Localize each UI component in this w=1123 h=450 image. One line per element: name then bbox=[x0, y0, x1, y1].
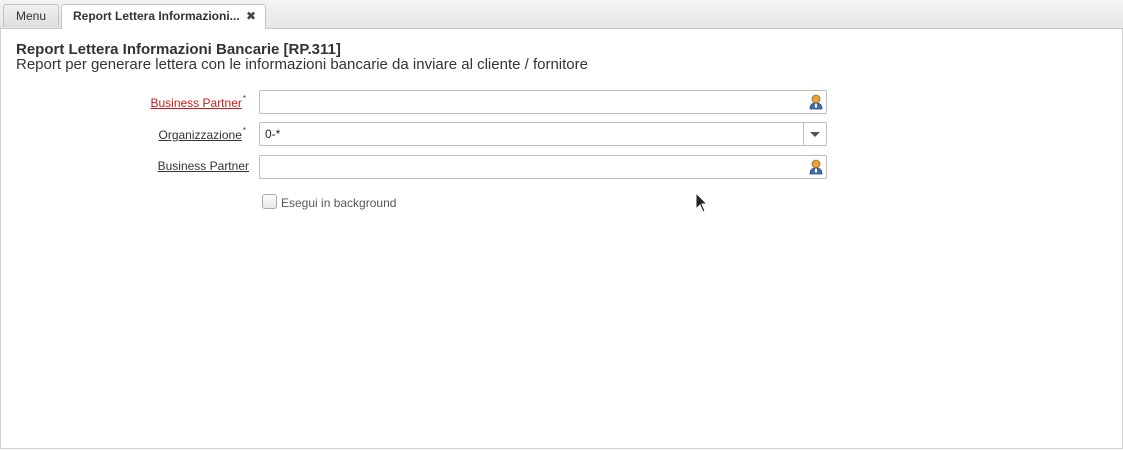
tab-menu[interactable]: Menu bbox=[3, 4, 59, 27]
business-partner-2-input[interactable] bbox=[260, 156, 810, 178]
business-partner-icon[interactable] bbox=[809, 94, 823, 110]
page-subtitle: Report per generare lettera con le infor… bbox=[16, 56, 588, 73]
mouse-cursor-icon bbox=[695, 192, 709, 213]
business-partner-2-label[interactable]: Business Partner bbox=[3, 159, 249, 173]
organizzazione-label-text: Organizzazione bbox=[158, 128, 242, 142]
close-icon[interactable]: ✖ bbox=[246, 5, 256, 27]
chevron-down-icon[interactable] bbox=[803, 123, 826, 145]
tab-report-label: Report Lettera Informazioni... bbox=[73, 9, 240, 23]
organizzazione-input[interactable] bbox=[260, 123, 810, 145]
tab-bar: Menu Report Lettera Informazioni... ✖ bbox=[0, 0, 1123, 29]
background-checkbox[interactable] bbox=[262, 194, 277, 209]
business-partner-label[interactable]: Business Partner* bbox=[0, 94, 246, 110]
business-partner-icon[interactable] bbox=[809, 159, 823, 175]
background-checkbox-label[interactable]: Esegui in background bbox=[281, 196, 396, 210]
required-marker: * bbox=[242, 94, 246, 103]
organizzazione-select[interactable] bbox=[259, 122, 827, 146]
required-marker: * bbox=[242, 126, 246, 135]
business-partner-input[interactable] bbox=[260, 91, 810, 113]
business-partner-2-label-text: Business Partner bbox=[157, 159, 249, 173]
tab-report[interactable]: Report Lettera Informazioni... ✖ bbox=[61, 4, 266, 29]
organizzazione-label[interactable]: Organizzazione* bbox=[0, 126, 246, 142]
business-partner-label-text: Business Partner bbox=[150, 96, 242, 110]
tab-menu-label: Menu bbox=[15, 9, 47, 23]
business-partner-field[interactable] bbox=[259, 90, 827, 114]
business-partner-2-field[interactable] bbox=[259, 155, 827, 179]
